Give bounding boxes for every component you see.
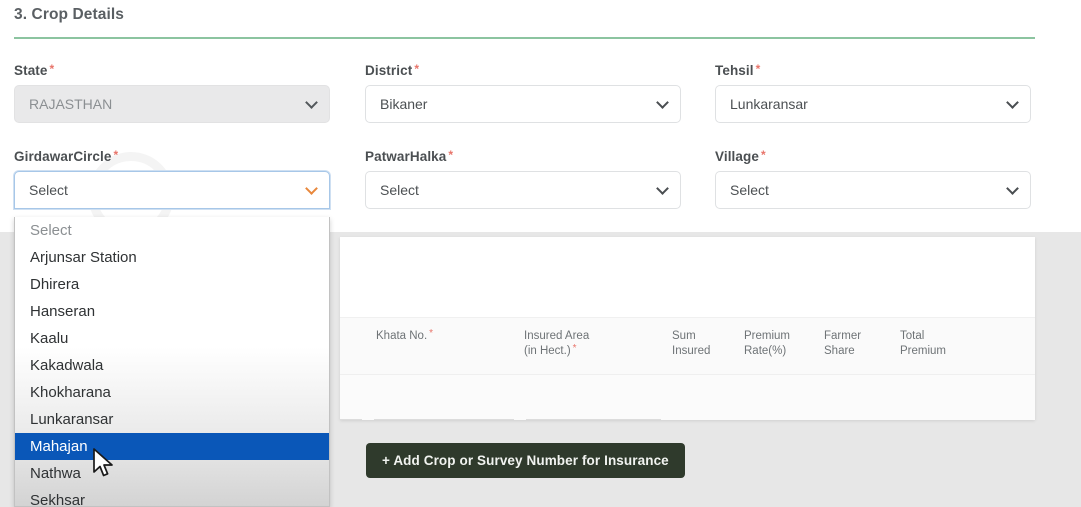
required-marker: *: [572, 343, 577, 354]
field-girdawar-circle: GirdawarCircle * Select: [14, 149, 330, 209]
patwar-halka-select[interactable]: Select: [365, 171, 681, 209]
page-title: 3. Crop Details: [14, 6, 125, 23]
field-tehsil: Tehsil * Lunkaransar: [715, 63, 1031, 123]
khata-no-input[interactable]: [374, 419, 514, 420]
column-header-total-premium: Total Premium: [900, 330, 947, 357]
field-label-tehsil: Tehsil *: [715, 62, 761, 78]
state-select-value: RAJASTHAN: [29, 96, 113, 112]
dropdown-option[interactable]: Lunkaransar: [15, 406, 329, 433]
dropdown-option[interactable]: Select: [15, 217, 329, 244]
dropdown-option[interactable]: Kaalu: [15, 325, 329, 352]
dropdown-option[interactable]: Kakadwala: [15, 352, 329, 379]
chevron-down-icon: [656, 182, 669, 195]
field-label-district: District *: [365, 62, 420, 78]
required-marker: *: [429, 328, 434, 339]
field-state: State * RAJASTHAN: [14, 63, 330, 123]
field-label-girdawar-circle: GirdawarCircle *: [14, 148, 119, 164]
add-crop-button[interactable]: + Add Crop or Survey Number for Insuranc…: [366, 443, 685, 478]
tehsil-select[interactable]: Lunkaransar: [715, 85, 1031, 123]
chevron-down-icon: [656, 96, 669, 109]
required-marker: *: [755, 62, 761, 76]
girdawar-circle-dropdown-list[interactable]: Select Arjunsar Station Dhirera Hanseran…: [14, 217, 330, 507]
column-header-insured-area: Insured Area (in Hect.) *: [524, 330, 590, 357]
chevron-down-icon: [1006, 96, 1019, 109]
insured-area-input[interactable]: [526, 419, 661, 420]
crop-table-row: [340, 375, 1035, 420]
crop-table-header-row: Khata No. * Insured Area (in Hect.) * Sum In…: [340, 317, 1035, 375]
state-select[interactable]: RAJASTHAN: [14, 85, 330, 123]
patwar-halka-select-value: Select: [380, 182, 419, 198]
field-label-state: State *: [14, 62, 55, 78]
column-header-khata-no: Khata No. *: [376, 328, 434, 343]
required-marker: *: [414, 62, 420, 76]
field-district: District * Bikaner: [365, 63, 681, 123]
column-header-farmer-share: Farmer Share: [824, 330, 862, 357]
village-select-value: Select: [730, 182, 769, 198]
dropdown-option[interactable]: Arjunsar Station: [15, 244, 329, 271]
dropdown-option[interactable]: Hanseran: [15, 298, 329, 325]
field-village: Village * Select: [715, 149, 1031, 209]
dropdown-option[interactable]: Nathwa: [15, 460, 329, 487]
chevron-down-icon: [305, 182, 318, 195]
column-header-premium-rate: Premium Rate(%): [744, 330, 791, 357]
dropdown-option[interactable]: Dhirera: [15, 271, 329, 298]
dropdown-option[interactable]: Khokharana: [15, 379, 329, 406]
required-marker: *: [49, 62, 55, 76]
row-checkbox-underline: [340, 419, 362, 420]
field-label-patwar-halka: PatwarHalka *: [365, 148, 454, 164]
district-select[interactable]: Bikaner: [365, 85, 681, 123]
girdawar-circle-select[interactable]: Select: [14, 171, 330, 209]
required-marker: *: [760, 148, 766, 162]
village-select[interactable]: Select: [715, 171, 1031, 209]
required-marker: *: [113, 148, 119, 162]
column-header-sum-insured: Sum Insured: [672, 330, 711, 357]
crop-table: Khata No. * Insured Area (in Hect.) * Sum In…: [340, 317, 1035, 420]
crop-table-card: Khata No. * Insured Area (in Hect.) * Sum In…: [340, 237, 1035, 420]
chevron-down-icon: [1006, 182, 1019, 195]
field-label-village: Village *: [715, 148, 766, 164]
dropdown-option-highlighted[interactable]: Mahajan: [15, 433, 329, 460]
district-select-value: Bikaner: [380, 96, 428, 112]
section-divider: [14, 37, 1035, 39]
dropdown-option[interactable]: Sekhsar: [15, 487, 329, 506]
girdawar-circle-select-value: Select: [29, 182, 68, 198]
tehsil-select-value: Lunkaransar: [730, 96, 808, 112]
required-marker: *: [448, 148, 454, 162]
field-patwar-halka: PatwarHalka * Select: [365, 149, 681, 209]
chevron-down-icon: [305, 96, 318, 109]
